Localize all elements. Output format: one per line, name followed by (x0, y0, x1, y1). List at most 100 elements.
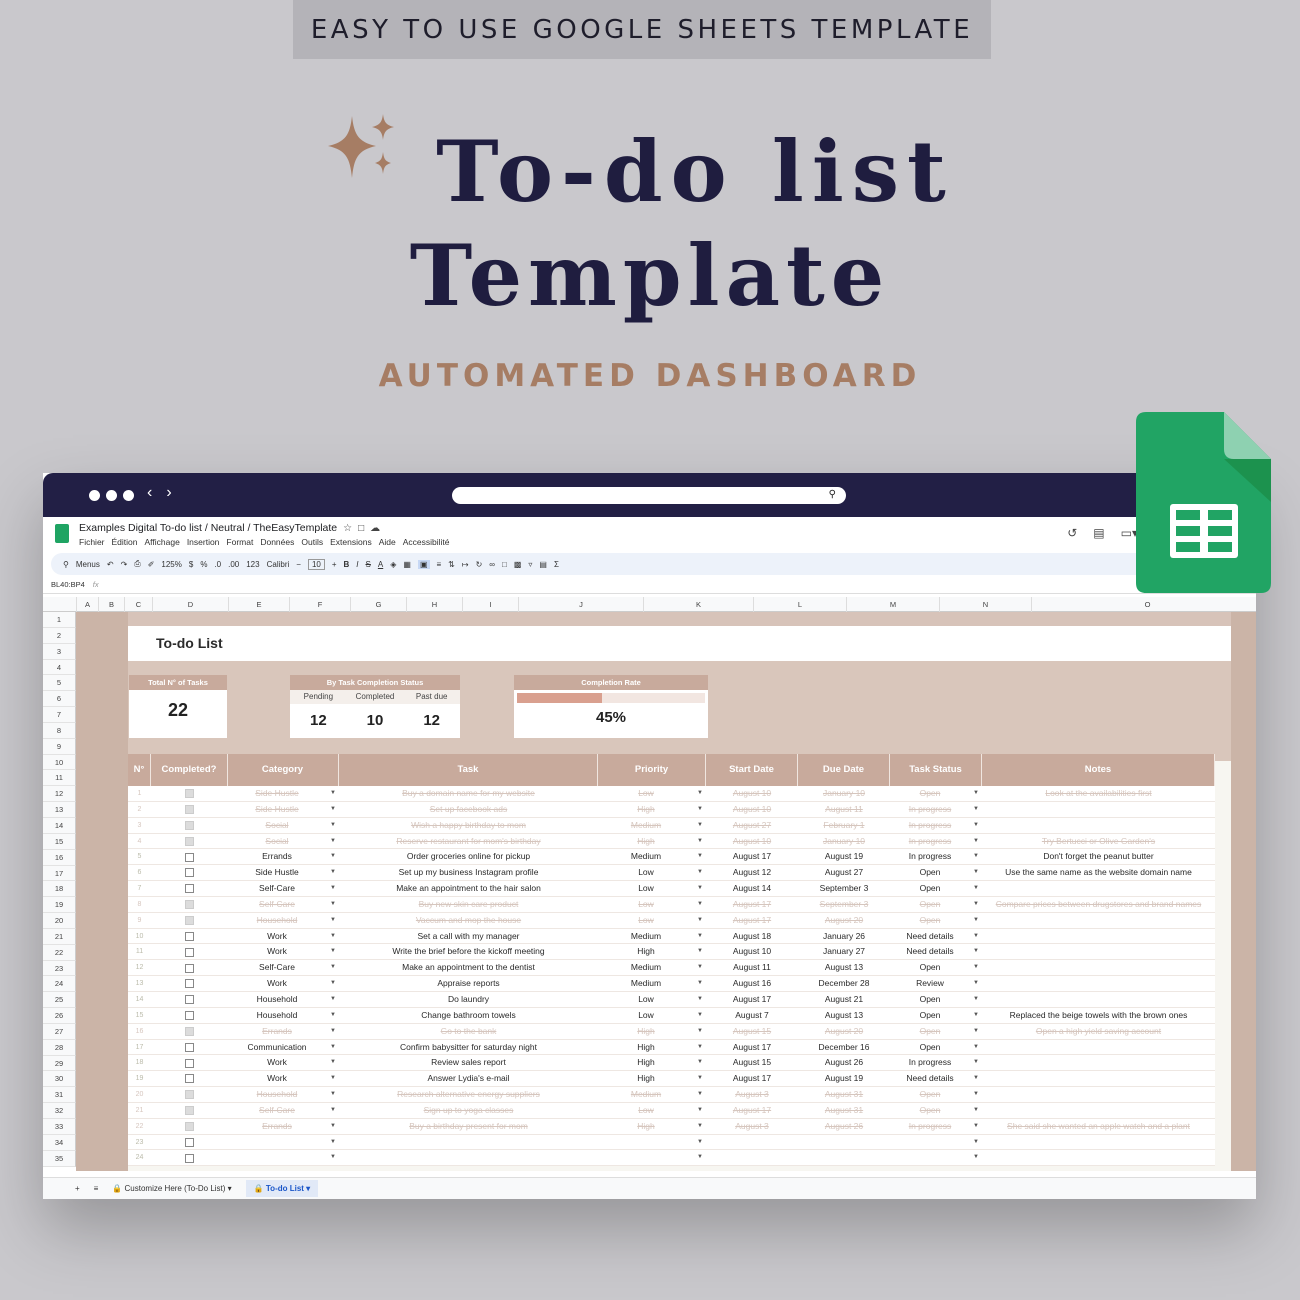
row-header[interactable]: 29 (43, 1055, 76, 1072)
cell-start[interactable]: August 10 (706, 944, 798, 960)
dropdown-arrow-icon[interactable]: ▼ (973, 1024, 979, 1040)
cell-start[interactable]: August 17 (706, 992, 798, 1008)
dropdown-arrow-icon[interactable]: ▼ (973, 1071, 979, 1087)
completed-cell[interactable] (151, 897, 228, 913)
dropdown-arrow-icon[interactable]: ▼ (330, 897, 336, 913)
cell-notes[interactable]: Compare prices between drugstores and br… (982, 897, 1215, 913)
cell-status[interactable]: In progress (890, 802, 970, 818)
row-header[interactable]: 28 (43, 1039, 76, 1056)
completed-cell[interactable] (151, 1024, 228, 1040)
menu-item[interactable]: Fichier (79, 537, 105, 547)
font-size-increase[interactable]: + (332, 560, 337, 569)
star-icon[interactable]: ☆ (343, 523, 352, 534)
cell-notes[interactable] (982, 1055, 1215, 1071)
fill-color-icon[interactable]: ◈ (390, 560, 396, 569)
column-header[interactable]: L (753, 597, 846, 612)
dropdown-arrow-icon[interactable]: ▼ (697, 929, 703, 945)
cell-notes[interactable] (982, 881, 1215, 897)
completed-cell[interactable] (151, 944, 228, 960)
cell-start[interactable] (706, 1150, 798, 1166)
column-header[interactable]: D (152, 597, 228, 612)
dropdown-arrow-icon[interactable]: ▼ (973, 786, 979, 802)
cell-cat[interactable]: Self-Care (227, 960, 327, 976)
completed-cell[interactable] (151, 976, 228, 992)
row-header[interactable]: 9 (43, 738, 76, 755)
cell-task[interactable]: Make an appointment to the dentist (339, 960, 598, 976)
row-header[interactable]: 32 (43, 1103, 76, 1119)
cell-status[interactable]: Need details (890, 929, 970, 945)
dropdown-arrow-icon[interactable]: ▼ (697, 1135, 703, 1151)
cell-start[interactable]: August 17 (706, 897, 798, 913)
cell-status[interactable]: Open (890, 1040, 970, 1056)
cell-status[interactable]: In progress (890, 1119, 970, 1135)
address-bar[interactable]: ⚲ (452, 487, 846, 504)
cell-due[interactable]: January 26 (798, 929, 890, 945)
dropdown-arrow-icon[interactable]: ▼ (973, 834, 979, 850)
row-header[interactable]: 17 (43, 865, 76, 882)
cell-status[interactable]: Need details (890, 1071, 970, 1087)
dropdown-arrow-icon[interactable]: ▼ (973, 992, 979, 1008)
cell-status[interactable]: Open (890, 960, 970, 976)
row-header[interactable]: 23 (43, 960, 76, 977)
cell-start[interactable]: August 7 (706, 1008, 798, 1024)
cell-task[interactable]: Make an appointment to the hair salon (339, 881, 598, 897)
cell-cat[interactable]: Errands (227, 849, 327, 865)
dropdown-arrow-icon[interactable]: ▼ (973, 1119, 979, 1135)
dropdown-arrow-icon[interactable]: ▼ (330, 1087, 336, 1103)
completed-checkbox[interactable] (185, 789, 194, 799)
completed-checkbox[interactable] (185, 963, 194, 973)
cell-notes[interactable] (982, 992, 1215, 1008)
dropdown-arrow-icon[interactable]: ▼ (973, 1135, 979, 1151)
dropdown-arrow-icon[interactable]: ▼ (697, 786, 703, 802)
cell-task[interactable]: Wish a happy birthday to mom (339, 818, 598, 834)
cell-n[interactable]: 11 (128, 944, 151, 960)
cell-pri[interactable]: High (598, 944, 694, 960)
cell-n[interactable]: 12 (128, 960, 151, 976)
column-header[interactable]: C (124, 597, 152, 612)
increase-decimal-button[interactable]: .00 (228, 560, 239, 569)
cell-pri[interactable]: Low (598, 897, 694, 913)
cell-n[interactable]: 1 (128, 786, 151, 802)
dropdown-arrow-icon[interactable]: ▼ (973, 1150, 979, 1166)
completed-checkbox[interactable] (185, 1074, 194, 1084)
dropdown-arrow-icon[interactable]: ▼ (973, 818, 979, 834)
cell-notes[interactable] (982, 1150, 1215, 1166)
cell-notes[interactable]: Don't forget the peanut butter (982, 849, 1215, 865)
dropdown-arrow-icon[interactable]: ▼ (697, 976, 703, 992)
cell-due[interactable]: August 26 (798, 1119, 890, 1135)
cell-notes[interactable] (982, 802, 1215, 818)
cell-pri[interactable]: Medium (598, 960, 694, 976)
cell-status[interactable]: Open (890, 897, 970, 913)
search-menus-icon[interactable]: ⚲ (63, 560, 69, 569)
cell-notes[interactable] (982, 929, 1215, 945)
doc-title[interactable]: Examples Digital To-do list / Neutral / … (79, 522, 380, 534)
completed-cell[interactable] (151, 881, 228, 897)
row-header[interactable]: 27 (43, 1023, 76, 1040)
cell-cat[interactable]: Errands (227, 1024, 327, 1040)
column-header[interactable]: J (518, 597, 643, 612)
cell-start[interactable]: August 15 (706, 1024, 798, 1040)
cell-notes[interactable] (982, 976, 1215, 992)
dropdown-arrow-icon[interactable]: ▼ (330, 960, 336, 976)
completed-cell[interactable] (151, 1008, 228, 1024)
completed-checkbox[interactable] (185, 884, 194, 894)
bold-icon[interactable]: B (344, 560, 350, 569)
add-sheet-icon[interactable]: + (75, 1184, 80, 1193)
cell-status[interactable]: Open (890, 786, 970, 802)
cell-pri[interactable]: High (598, 1024, 694, 1040)
completed-checkbox[interactable] (185, 1058, 194, 1068)
dropdown-arrow-icon[interactable]: ▼ (697, 1040, 703, 1056)
cell-start[interactable]: August 11 (706, 960, 798, 976)
cell-notes[interactable] (982, 944, 1215, 960)
cell-start[interactable]: August 18 (706, 929, 798, 945)
cell-start[interactable]: August 17 (706, 1071, 798, 1087)
cell-pri[interactable]: High (598, 802, 694, 818)
cell-notes[interactable]: Open a high yield saving account (982, 1024, 1215, 1040)
completed-checkbox[interactable] (185, 1090, 194, 1100)
font-select[interactable]: Calibri (267, 560, 290, 569)
chart-icon[interactable]: ▩ (514, 560, 522, 569)
table-column-header[interactable]: Category (227, 754, 339, 786)
cell-task[interactable]: Research alternative energy suppliers (339, 1087, 598, 1103)
cell-cat[interactable]: Social (227, 834, 327, 850)
italic-icon[interactable]: I (356, 560, 358, 569)
